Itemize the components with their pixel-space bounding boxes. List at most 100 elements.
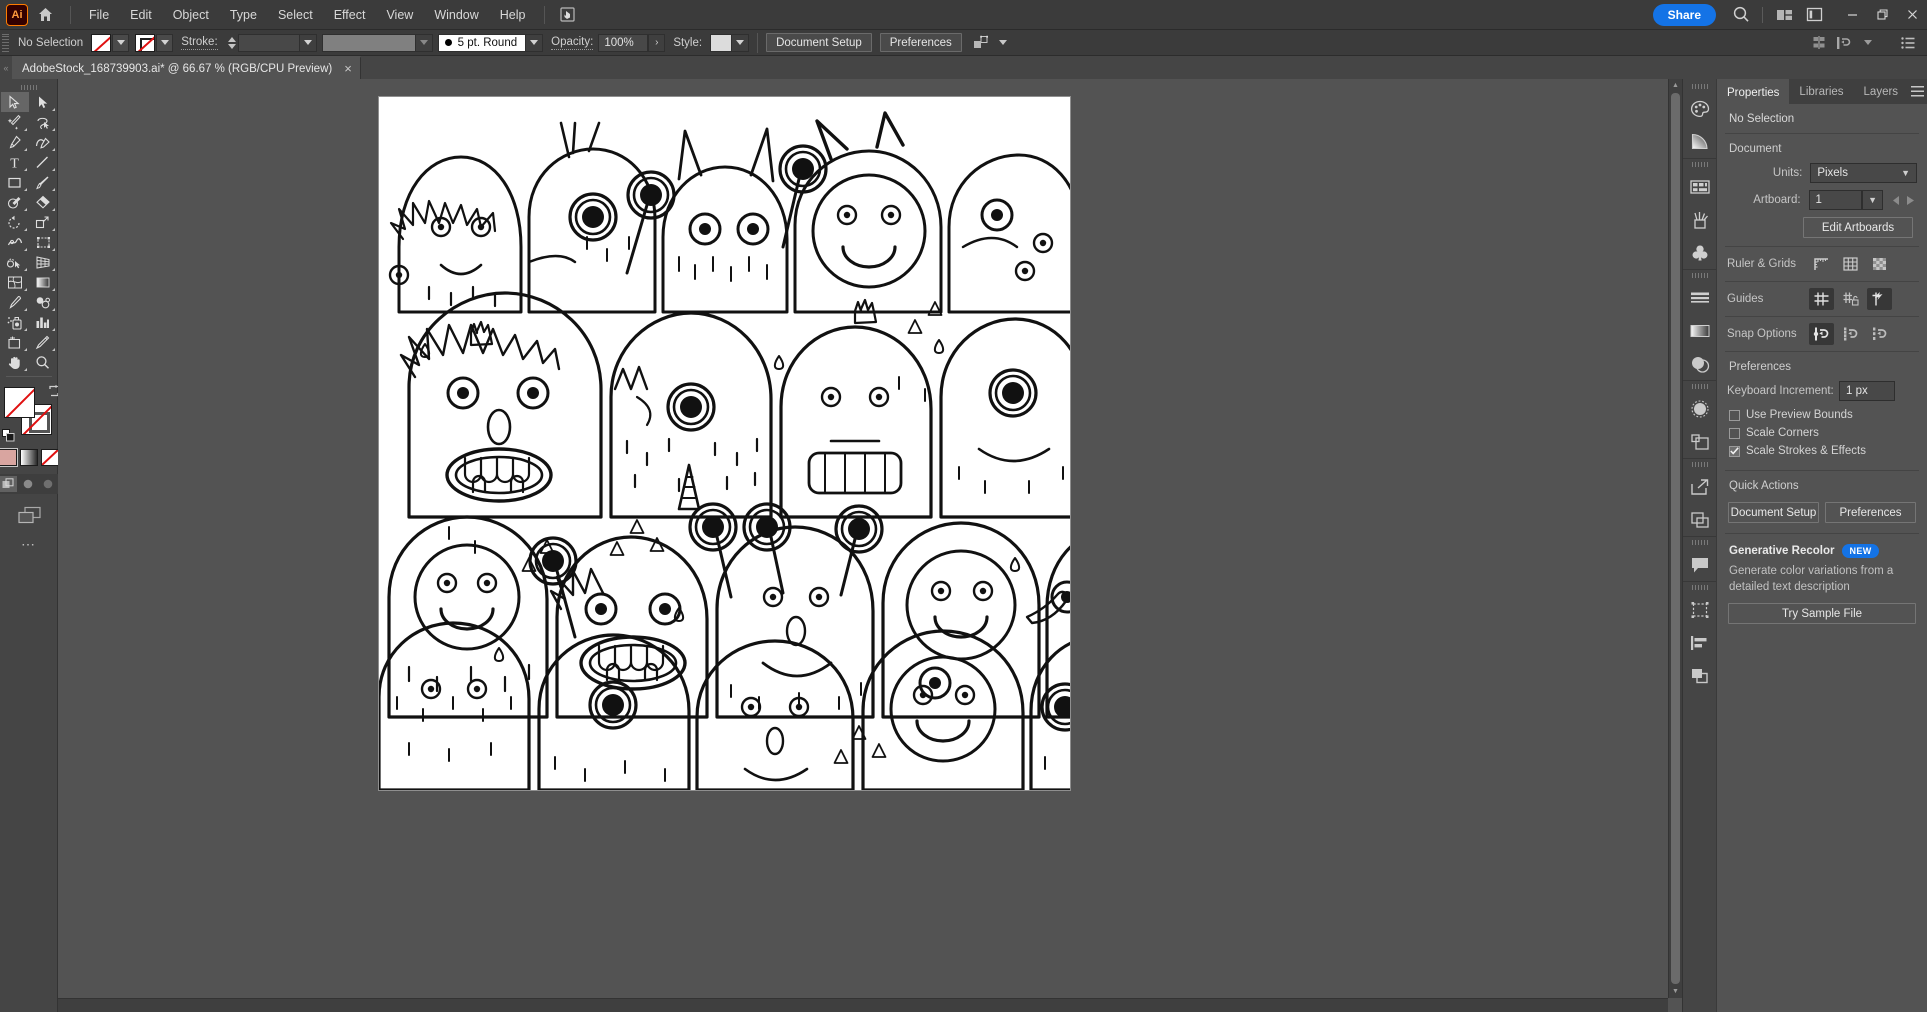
use-preview-bounds-checkbox[interactable]: Use Preview Bounds xyxy=(1717,406,1927,424)
rail-grip-2[interactable] xyxy=(1683,159,1716,170)
free-transform-tool[interactable] xyxy=(29,232,57,252)
menu-edit[interactable]: Edit xyxy=(120,3,162,27)
symbols-panel-icon[interactable] xyxy=(1683,236,1717,269)
direct-selection-tool[interactable] xyxy=(29,92,57,112)
hand-tool[interactable] xyxy=(1,352,29,372)
stroke-weight-dropdown[interactable] xyxy=(299,33,317,52)
edit-artboards-button[interactable]: Edit Artboards xyxy=(1803,217,1913,238)
show-rulers-icon[interactable] xyxy=(1809,253,1834,275)
toolbar-grip[interactable] xyxy=(0,82,57,92)
slice-tool[interactable] xyxy=(29,332,57,352)
fill-dropdown-arrow[interactable] xyxy=(112,33,130,52)
smart-guides-icon[interactable] xyxy=(1867,288,1892,310)
graphic-style-swatch[interactable] xyxy=(710,33,733,52)
quick-document-setup-button[interactable]: Document Setup xyxy=(1728,502,1819,523)
draw-behind-icon[interactable] xyxy=(20,476,37,492)
workspace-switcher-icon[interactable] xyxy=(1769,0,1799,30)
keyboard-increment-input[interactable]: 1 px xyxy=(1839,381,1895,401)
canvas-horizontal-scrollbar[interactable] xyxy=(58,998,1668,1012)
lasso-tool[interactable] xyxy=(29,112,57,132)
gradient-tool[interactable] xyxy=(29,272,57,292)
tab-layers[interactable]: Layers xyxy=(1854,79,1909,104)
menu-window[interactable]: Window xyxy=(424,3,488,27)
fill-color-box[interactable] xyxy=(3,387,35,418)
shaper-tool[interactable] xyxy=(1,192,29,212)
asset-export-icon[interactable] xyxy=(1683,503,1717,536)
scale-strokes-effects-checkbox[interactable]: Scale Strokes & Effects xyxy=(1717,442,1927,460)
rail-grip-3[interactable] xyxy=(1683,270,1716,281)
canvas-area[interactable]: ◀ ▲ ▼ xyxy=(58,79,1682,1012)
stroke-dropdown-arrow[interactable] xyxy=(156,33,174,52)
snap-to-pixel-icon[interactable] xyxy=(1867,323,1892,345)
appearance-panel-icon[interactable] xyxy=(1683,392,1717,425)
mesh-tool[interactable] xyxy=(1,272,29,292)
shape-builder-tool[interactable] xyxy=(1,252,29,272)
draw-normal-icon[interactable] xyxy=(0,476,17,492)
rectangle-tool[interactable] xyxy=(1,172,29,192)
document-tab[interactable]: AdobeStock_168739903.ai* @ 66.67 % (RGB/… xyxy=(12,56,361,79)
rail-grip-4[interactable] xyxy=(1683,381,1716,392)
toolbar-more-icon[interactable]: ⋯ xyxy=(21,536,36,553)
opacity-label[interactable]: Opacity: xyxy=(551,36,594,50)
show-guides-icon[interactable] xyxy=(1809,288,1834,310)
stroke-weight-field[interactable] xyxy=(237,33,300,52)
artboard-dropdown[interactable]: ▼ xyxy=(1862,190,1883,210)
menu-file[interactable]: File xyxy=(79,3,119,27)
draw-inside-icon[interactable] xyxy=(40,476,57,492)
artboard-input[interactable]: 1 xyxy=(1808,190,1863,210)
paintbrush-tool[interactable] xyxy=(29,172,57,192)
eraser-tool[interactable] xyxy=(29,192,57,212)
close-button[interactable] xyxy=(1897,0,1927,30)
gradient-bar-icon[interactable] xyxy=(1683,314,1717,347)
align-icon[interactable] xyxy=(1809,33,1831,53)
color-mode-button[interactable] xyxy=(0,448,18,467)
brushes-panel-icon[interactable] xyxy=(1683,203,1717,236)
color-palette-icon[interactable] xyxy=(1683,92,1717,125)
line-segment-tool[interactable] xyxy=(29,152,57,172)
zoom-tool[interactable] xyxy=(29,352,57,372)
layers-panel-icon[interactable] xyxy=(1683,425,1717,458)
artboards-panel-icon[interactable] xyxy=(1683,593,1717,626)
restore-button[interactable] xyxy=(1867,0,1897,30)
width-tool[interactable] xyxy=(1,232,29,252)
artboard-tool[interactable] xyxy=(1,332,29,352)
control-bar-menu-icon[interactable] xyxy=(1897,33,1919,53)
rail-grip-6[interactable] xyxy=(1683,537,1716,548)
rotate-tool[interactable] xyxy=(1,212,29,232)
try-sample-file-button[interactable]: Try Sample File xyxy=(1728,603,1916,625)
curvature-tool[interactable] xyxy=(29,132,57,152)
menu-help[interactable]: Help xyxy=(490,3,536,27)
quick-preferences-button[interactable]: Preferences xyxy=(1825,502,1916,523)
swatches-panel-icon[interactable] xyxy=(1683,170,1717,203)
blend-tool[interactable] xyxy=(29,292,57,312)
scale-tool[interactable] xyxy=(29,212,57,232)
tab-bar-collapse-icon[interactable]: « xyxy=(0,56,12,79)
pen-tool[interactable] xyxy=(1,132,29,152)
snap-to-glyph-icon[interactable] xyxy=(1833,33,1855,53)
snap-dropdown-arrow[interactable] xyxy=(1857,33,1879,53)
panel-menu-icon[interactable] xyxy=(1908,79,1927,104)
transform-dropdown-arrow[interactable] xyxy=(992,33,1014,53)
stroke-profile-display[interactable]: 5 pt. Round xyxy=(437,33,527,52)
transparency-panel-icon[interactable] xyxy=(1683,347,1717,380)
comments-panel-icon[interactable] xyxy=(1683,548,1717,581)
align-panel-icon[interactable] xyxy=(1683,626,1717,659)
pathfinder-panel-icon[interactable] xyxy=(1683,659,1717,692)
fill-color-swatch[interactable] xyxy=(91,33,112,52)
canvas-vertical-scrollbar[interactable]: ▲ ▼ xyxy=(1668,79,1682,998)
menu-effect[interactable]: Effect xyxy=(324,3,376,27)
show-transparency-grid-icon[interactable] xyxy=(1867,253,1892,275)
menu-type[interactable]: Type xyxy=(220,3,267,27)
transform-icon[interactable] xyxy=(970,33,992,53)
artboard-prev-button[interactable] xyxy=(1889,191,1903,209)
export-panel-icon[interactable] xyxy=(1683,470,1717,503)
units-select[interactable]: Pixels ▼ xyxy=(1810,163,1917,183)
magic-wand-tool[interactable] xyxy=(1,112,29,132)
screen-mode-icon[interactable] xyxy=(17,506,41,524)
type-tool[interactable]: T xyxy=(1,152,29,172)
home-icon[interactable] xyxy=(28,0,62,30)
gradient-mode-button[interactable] xyxy=(19,449,38,466)
scale-corners-checkbox[interactable]: Scale Corners xyxy=(1717,424,1927,442)
artboard-canvas[interactable] xyxy=(379,97,1070,790)
eyedropper-tool[interactable] xyxy=(1,292,29,312)
